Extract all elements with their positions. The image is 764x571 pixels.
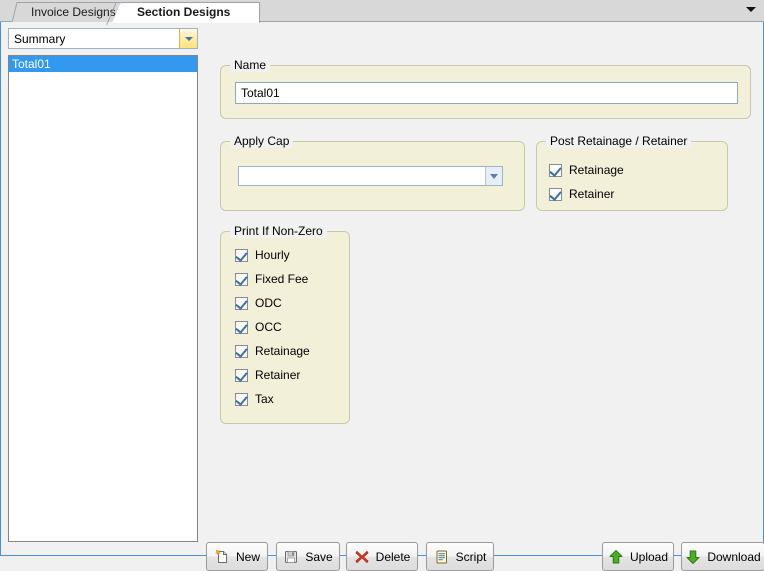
name-input[interactable] (235, 82, 738, 104)
chevron-down-icon (490, 174, 498, 179)
checkbox-hourly-label: Hourly (255, 248, 290, 262)
checkbox-fixed-fee[interactable] (235, 272, 248, 286)
checkbox-occ[interactable] (235, 320, 248, 334)
group-apply-cap-title: Apply Cap (230, 134, 294, 148)
content-panel: Summary Total01 Name Apply Cap Post Reta… (0, 22, 764, 571)
check-icon (549, 163, 562, 177)
tab-strip: Invoice Designs Section Designs (0, 0, 764, 23)
checkbox-retainage-label: Retainage (255, 344, 310, 358)
checkbox-post-retainer-label: Retainer (569, 187, 615, 201)
apply-cap-select-arrow-button[interactable] (485, 167, 502, 185)
checkbox-retainage[interactable] (235, 344, 248, 358)
category-select[interactable]: Summary (8, 28, 198, 49)
check-icon (235, 368, 248, 382)
checkbox-row-post-retainage[interactable]: Retainage (549, 162, 624, 178)
check-icon (235, 320, 248, 334)
checkbox-row-post-retainer[interactable]: Retainer (549, 186, 614, 202)
tab-section-designs-label: Section Designs (137, 5, 231, 19)
checkbox-row-retainer[interactable]: Retainer (235, 367, 300, 383)
group-name: Name (220, 58, 751, 119)
group-post-retainage-retainer-title: Post Retainage / Retainer (546, 134, 692, 148)
category-select-value: Summary (14, 32, 66, 46)
list-item-label: Total01 (12, 57, 51, 71)
check-icon (235, 248, 248, 262)
checkbox-post-retainer[interactable] (549, 187, 562, 201)
checkbox-post-retainage-label: Retainage (569, 163, 624, 177)
checkbox-odc-label: ODC (255, 296, 282, 310)
list-item[interactable]: Total01 (9, 56, 197, 72)
checkbox-row-occ[interactable]: OCC (235, 319, 282, 335)
group-name-title: Name (230, 58, 271, 72)
tab-section-designs[interactable]: Section Designs (112, 2, 260, 23)
chevron-down-icon[interactable] (746, 7, 756, 12)
chevron-down-icon (185, 37, 193, 41)
check-icon (235, 296, 248, 310)
tab-invoice-designs-label: Invoice Designs (31, 5, 116, 19)
checkbox-odc[interactable] (235, 296, 248, 310)
check-icon (235, 272, 248, 286)
group-apply-cap: Apply Cap (220, 134, 525, 211)
checkbox-row-fixed-fee[interactable]: Fixed Fee (235, 271, 308, 287)
group-print-if-non-zero: Print If Non-Zero Hourly Fixed Fee ODC O… (220, 224, 350, 424)
checkbox-hourly[interactable] (235, 248, 248, 262)
check-icon (235, 344, 248, 358)
checkbox-tax[interactable] (235, 392, 248, 406)
check-icon (235, 392, 248, 406)
checkbox-row-retainage[interactable]: Retainage (235, 343, 310, 359)
group-post-retainage-retainer: Post Retainage / Retainer Retainage Reta… (536, 134, 728, 211)
checkbox-post-retainage[interactable] (549, 163, 562, 177)
check-icon (549, 187, 562, 201)
checkbox-occ-label: OCC (255, 320, 282, 334)
category-select-arrow-button[interactable] (179, 29, 197, 48)
apply-cap-select[interactable] (238, 166, 503, 186)
checkbox-row-odc[interactable]: ODC (235, 295, 282, 311)
checkbox-fixed-fee-label: Fixed Fee (255, 272, 309, 286)
checkbox-tax-label: Tax (255, 392, 274, 406)
checkbox-retainer[interactable] (235, 368, 248, 382)
group-print-if-non-zero-title: Print If Non-Zero (230, 224, 327, 238)
checkbox-row-hourly[interactable]: Hourly (235, 247, 290, 263)
checkbox-retainer-label: Retainer (255, 368, 301, 382)
section-list[interactable]: Total01 (8, 55, 198, 542)
checkbox-row-tax[interactable]: Tax (235, 391, 274, 407)
